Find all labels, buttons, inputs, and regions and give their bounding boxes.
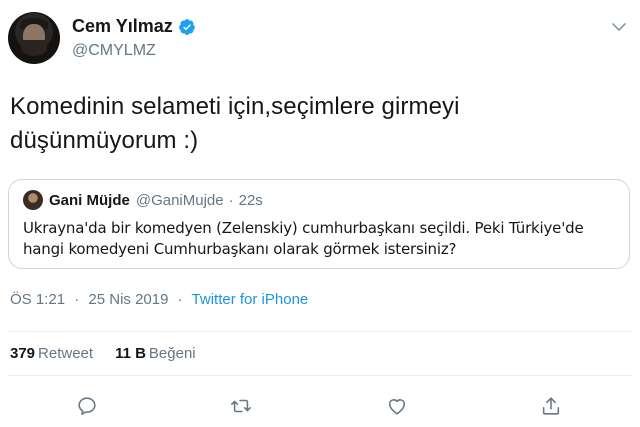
chevron-down-icon[interactable]: [612, 22, 626, 32]
reply-icon[interactable]: [76, 395, 98, 417]
divider: [8, 375, 632, 376]
retweets-stat[interactable]: 379 Retweet: [10, 345, 93, 362]
quoted-author-handle: @GaniMujde: [135, 191, 224, 209]
likes-count: 11 B: [115, 345, 146, 362]
meta-separator-2: ·: [177, 291, 183, 308]
retweet-icon[interactable]: [230, 395, 252, 417]
quoted-tweet-header: Gani Müjde @GaniMujde · 22s: [23, 190, 263, 210]
quoted-author-name: Gani Müjde: [49, 191, 130, 209]
quoted-separator: ·: [228, 191, 234, 209]
divider: [8, 331, 632, 332]
meta-separator: ·: [74, 291, 80, 308]
tweet-date[interactable]: 25 Nis 2019: [88, 291, 168, 308]
quoted-tweet-text: Ukrayna'da bir komedyen (Zelenskiy) cumh…: [23, 219, 584, 258]
tweet-actions: [0, 395, 640, 419]
share-icon[interactable]: [540, 395, 562, 417]
tweet-meta: ÖS 1:21 · 25 Nis 2019 · Twitter for iPho…: [10, 291, 308, 308]
tweet-time[interactable]: ÖS 1:21: [10, 291, 65, 308]
avatar-beard: [21, 40, 47, 56]
quoted-author-avatar: [23, 190, 43, 210]
tweet-card: Cem Yılmaz @CMYLMZ Komedinin selameti iç…: [0, 0, 640, 427]
heart-icon[interactable]: [386, 395, 408, 417]
quoted-timestamp: 22s: [238, 191, 263, 209]
author-handle[interactable]: @CMYLMZ: [72, 42, 156, 60]
author-name-row: Cem Yılmaz: [72, 16, 196, 37]
likes-label: Beğeni: [148, 345, 196, 362]
tweet-stats: 379 Retweet 11 B Beğeni: [10, 345, 218, 362]
author-display-name[interactable]: Cem Yılmaz: [72, 16, 173, 37]
likes-stat[interactable]: 11 B Beğeni: [115, 345, 196, 362]
verified-badge-icon: [178, 18, 195, 35]
retweets-label: Retweet: [38, 345, 94, 362]
author-avatar[interactable]: [8, 12, 60, 64]
tweet-source-link[interactable]: Twitter for iPhone: [192, 291, 309, 308]
quoted-tweet[interactable]: Gani Müjde @GaniMujde · 22s Ukrayna'da b…: [8, 179, 630, 269]
tweet-text: Komedinin selameti için,seçimlere girmey…: [10, 93, 460, 154]
retweets-count: 379: [10, 345, 36, 362]
